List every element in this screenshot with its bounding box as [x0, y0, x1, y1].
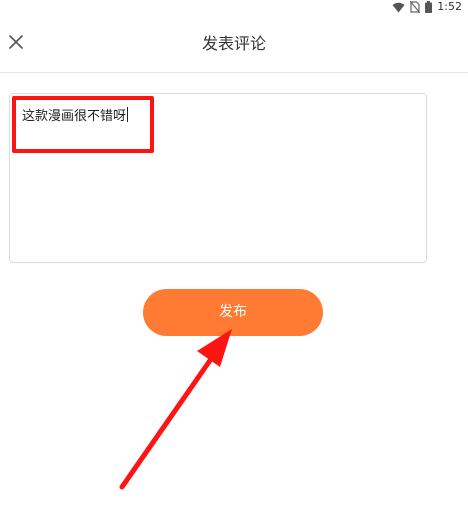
status-bar: 1:52: [0, 0, 468, 14]
no-sim-icon: [410, 1, 421, 13]
publish-button[interactable]: 发布: [143, 289, 323, 336]
status-icons: 1:52: [392, 0, 462, 14]
wifi-icon: [392, 2, 405, 13]
header: 发表评论: [0, 14, 468, 72]
battery-icon: [425, 1, 433, 13]
header-divider: [0, 72, 468, 73]
annotation-highlight-box: [12, 96, 154, 153]
page-title: 发表评论: [201, 34, 266, 53]
status-time: 1:52: [437, 0, 462, 13]
